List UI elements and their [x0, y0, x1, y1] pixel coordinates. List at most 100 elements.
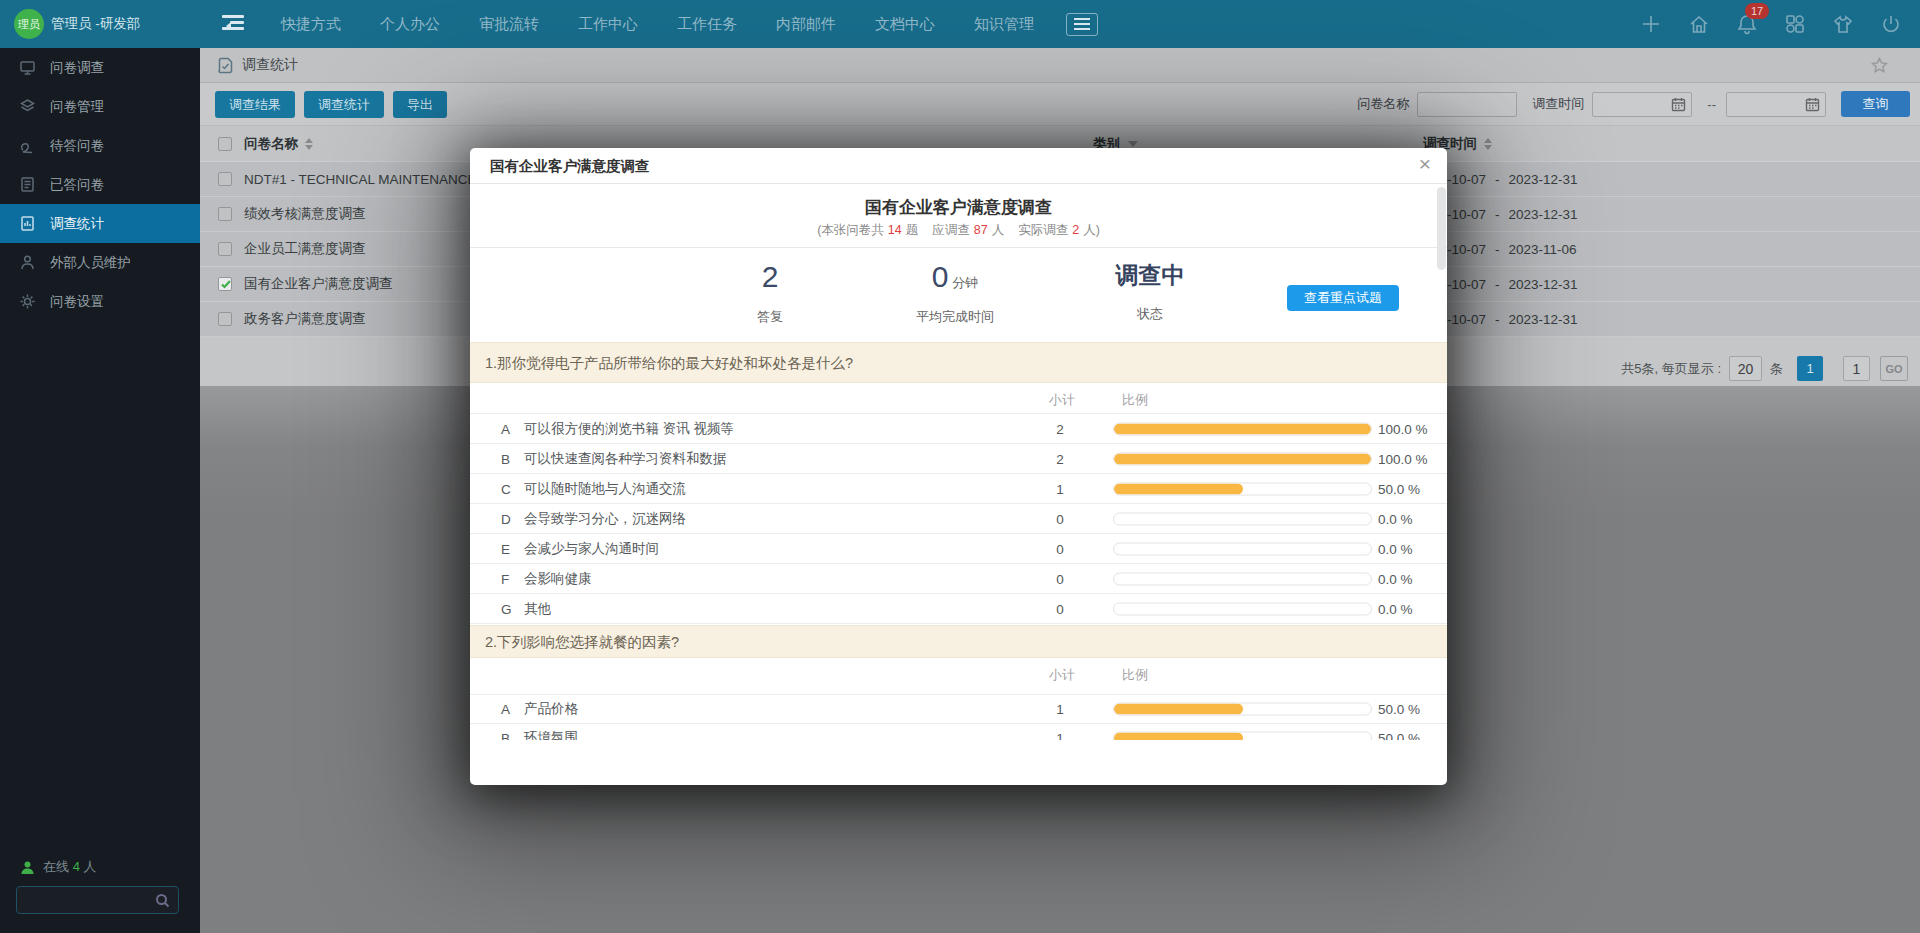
stat-2: 调查中 状态 [1065, 260, 1235, 323]
sidebar-item-2[interactable]: 待答问卷 [0, 126, 200, 165]
document-icon [19, 176, 36, 193]
date-range-separator: -- [1707, 97, 1716, 112]
date-from-input[interactable] [1592, 92, 1692, 117]
export-button[interactable]: 导出 [393, 91, 447, 118]
monitor-icon [19, 59, 36, 76]
person-icon [20, 860, 35, 875]
user-name[interactable]: 管理员 -研发部 [51, 0, 140, 48]
question-title: 2.下列影响您选择就餐的因素? [470, 625, 1447, 658]
sidebar-search-input[interactable] [16, 886, 179, 914]
stat-0: 2 答复 [685, 260, 855, 326]
ratio-bar [1113, 602, 1372, 615]
sort-icon [305, 138, 313, 150]
date-to-input[interactable] [1726, 92, 1826, 117]
sidebar-item-6[interactable]: 问卷设置 [0, 282, 200, 321]
apps-grid-icon[interactable] [1784, 13, 1806, 35]
sidebar: 问卷调查问卷管理待答问卷已答问卷调查统计外部人员维护问卷设置 在线 4 人 [0, 48, 200, 933]
row-checkbox[interactable] [218, 172, 232, 186]
logout-icon[interactable] [1880, 13, 1902, 35]
close-icon[interactable]: × [1419, 152, 1431, 176]
page-size-unit: 条 [1770, 360, 1783, 378]
sidebar-item-3[interactable]: 已答问卷 [0, 165, 200, 204]
query-button[interactable]: 查询 [1841, 91, 1910, 117]
survey-name-label: 问卷名称 [1357, 95, 1409, 113]
online-status: 在线 4 人 [20, 858, 96, 876]
nav-item[interactable]: 知识管理 [974, 15, 1034, 34]
ratio-bar [1113, 732, 1372, 741]
survey-name: 政务客户满意度调查 [244, 302, 366, 336]
option-row: G其他0 0.0 % [470, 593, 1447, 623]
page-title: 调查统计 [242, 56, 298, 74]
ratio-bar [1113, 542, 1372, 555]
nav-item[interactable]: 个人办公 [380, 15, 440, 34]
stat-1: 0分钟 平均完成时间 [870, 260, 1040, 326]
theme-icon[interactable] [1832, 13, 1854, 35]
notifications-icon[interactable]: 17 [1736, 13, 1758, 35]
option-row: C可以随时随地与人沟通交流1 50.0 % [470, 473, 1447, 503]
option-row: F会影响健康0 0.0 % [470, 563, 1447, 593]
view-key-questions-button[interactable]: 查看重点试题 [1287, 285, 1399, 311]
row-checkbox[interactable] [218, 207, 232, 221]
modal-header: 国有企业客户满意度调查 × [470, 148, 1447, 184]
survey-name-input[interactable] [1417, 92, 1517, 117]
survey-time-label: 调查时间 [1532, 95, 1584, 113]
option-row: A产品价格1 50.0 % [470, 694, 1447, 723]
sidebar-item-1[interactable]: 问卷管理 [0, 87, 200, 126]
ratio-bar [1113, 482, 1372, 495]
calendar-icon [1671, 97, 1686, 112]
survey-name: 企业员工满意度调查 [244, 232, 366, 266]
survey-name: 绩效考核满意度调查 [244, 197, 366, 231]
goto-page-input[interactable]: 1 [1843, 356, 1870, 381]
ratio-bar [1113, 703, 1372, 716]
sidebar-toggle-icon[interactable] [222, 15, 244, 33]
survey-doc-icon [218, 57, 233, 74]
breadcrumb: 调查统计 [200, 48, 1920, 83]
topbar-icons: 17 [1640, 0, 1902, 48]
home-icon[interactable] [1688, 13, 1710, 35]
survey-stats-button[interactable]: 调查统计 [304, 91, 384, 118]
survey-stats-modal: 国有企业客户满意度调查 (本张问卷共14题应调查87人实际调查2人) 2 答复 … [470, 148, 1447, 785]
nav-item[interactable]: 内部邮件 [776, 15, 836, 34]
main-nav: 快捷方式 个人办公 审批流转 工作中心 工作任务 内部邮件 文档中心 知识管理 [281, 0, 1034, 48]
more-menu-icon[interactable] [1066, 13, 1098, 36]
modal-scrollbar[interactable] [1437, 187, 1446, 270]
ratio-bar [1113, 572, 1372, 585]
nav-item[interactable]: 审批流转 [479, 15, 539, 34]
sidebar-item-4[interactable]: 调查统计 [0, 204, 200, 243]
ratio-bar [1113, 422, 1372, 435]
question-title: 1.那你觉得电子产品所带给你的最大好处和坏处各是什么? [470, 342, 1447, 383]
ratio-bar [1113, 512, 1372, 525]
row-checkbox[interactable] [218, 277, 232, 291]
modal-survey-meta: (本张问卷共14题应调查87人实际调查2人) [470, 222, 1447, 239]
modal-title: 国有企业客户满意度调查 [490, 148, 650, 184]
page-size-input[interactable]: 20 [1729, 356, 1762, 381]
add-icon[interactable] [1640, 13, 1662, 35]
row-checkbox[interactable] [218, 242, 232, 256]
favorite-star-icon[interactable] [1871, 57, 1888, 78]
sidebar-item-5[interactable]: 外部人员维护 [0, 243, 200, 282]
current-page-button[interactable]: 1 [1797, 356, 1823, 381]
nav-item[interactable]: 工作任务 [677, 15, 737, 34]
select-all-checkbox[interactable] [218, 137, 232, 151]
pen-icon [19, 137, 36, 154]
sort-icon [1484, 138, 1492, 150]
survey-results-button[interactable]: 调查结果 [215, 91, 295, 118]
row-checkbox[interactable] [218, 312, 232, 326]
ratio-bar [1113, 452, 1372, 465]
nav-item[interactable]: 文档中心 [875, 15, 935, 34]
column-name[interactable]: 问卷名称 [244, 126, 313, 161]
go-button[interactable]: GO [1880, 356, 1908, 381]
option-row: D会导致学习分心，沉迷网络0 0.0 % [470, 503, 1447, 533]
nav-item[interactable]: 快捷方式 [281, 15, 341, 34]
person-icon [19, 254, 36, 271]
survey-name: 国有企业客户满意度调查 [244, 267, 393, 301]
user-avatar[interactable]: 理员 [14, 9, 44, 39]
stats-icon [19, 215, 36, 232]
nav-item[interactable]: 工作中心 [578, 15, 638, 34]
option-row: A可以很方便的浏览书籍 资讯 视频等2 100.0 % [470, 413, 1447, 443]
sidebar-item-0[interactable]: 问卷调查 [0, 48, 200, 87]
topbar: 理员 管理员 -研发部 快捷方式 个人办公 审批流转 工作中心 工作任务 内部邮件 文档中心… [0, 0, 1920, 48]
option-row: B环境氛围1 50.0 % [470, 723, 1447, 740]
sidebar-menu: 问卷调查问卷管理待答问卷已答问卷调查统计外部人员维护问卷设置 [0, 48, 200, 321]
filters: 问卷名称 调查时间 -- 查询 [1357, 91, 1910, 117]
